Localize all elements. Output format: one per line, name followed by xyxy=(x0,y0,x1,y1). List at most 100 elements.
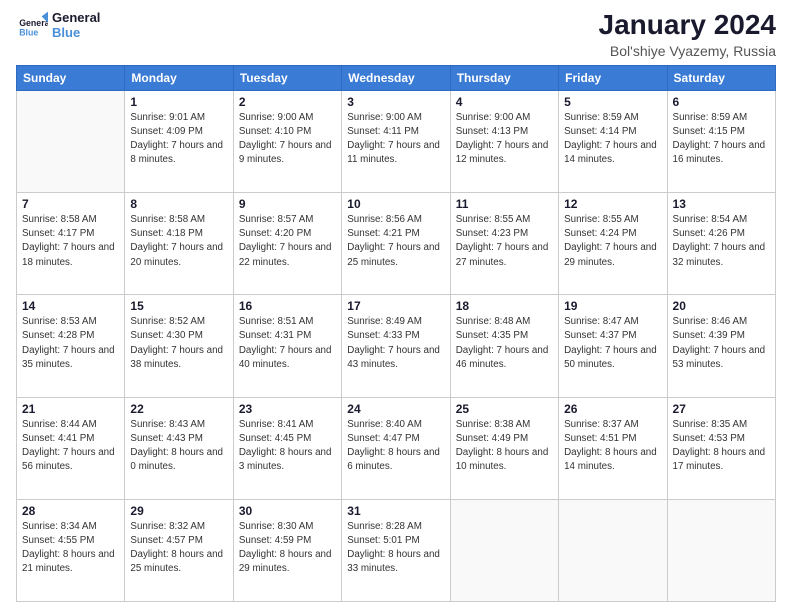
day-number: 28 xyxy=(22,504,119,518)
day-info: Sunrise: 8:37 AMSunset: 4:51 PMDaylight:… xyxy=(564,418,661,475)
calendar-cell: 1Sunrise: 9:01 AMSunset: 4:09 PMDaylight… xyxy=(125,90,233,192)
day-number: 21 xyxy=(22,402,119,416)
day-info: Sunrise: 8:52 AMSunset: 4:30 PMDaylight:… xyxy=(130,315,227,372)
calendar-cell: 22 Sunrise: 8:43 AMSunset: 4:43 PMDayligh… xyxy=(125,397,233,499)
logo-line1: General xyxy=(52,10,100,25)
weekday-header-friday: Friday xyxy=(559,65,667,90)
day-number: 12 xyxy=(564,197,661,211)
day-number: 5 xyxy=(564,95,661,109)
day-info: Sunrise: 8:59 AMSunset: 4:14 PMDaylight:… xyxy=(564,111,661,168)
header: General Blue General Blue January 2024 B… xyxy=(16,10,776,59)
calendar-cell: 21Sunrise: 8:44 AMSunset: 4:41 PMDayligh… xyxy=(17,397,125,499)
day-info: Sunrise: 9:00 AMSunset: 4:10 PMDaylight:… xyxy=(239,111,336,168)
weekday-header-sunday: Sunday xyxy=(17,65,125,90)
main-title: January 2024 xyxy=(599,10,776,41)
day-number: 29 xyxy=(130,504,227,518)
weekday-header-wednesday: Wednesday xyxy=(342,65,450,90)
logo-icon: General Blue xyxy=(16,10,48,42)
day-info: Sunrise: 8:56 AMSunset: 4:21 PMDaylight:… xyxy=(347,213,444,270)
calendar-cell: 15 Sunrise: 8:52 AMSunset: 4:30 PMDayligh… xyxy=(125,295,233,397)
logo-text: General Blue xyxy=(52,11,100,41)
calendar-cell: 5 Sunrise: 8:59 AMSunset: 4:14 PMDaylight… xyxy=(559,90,667,192)
day-number: 11 xyxy=(456,197,553,211)
day-number: 7 xyxy=(22,197,119,211)
calendar-cell: 26Sunrise: 8:37 AMSunset: 4:51 PMDayligh… xyxy=(559,397,667,499)
calendar-cell: 13 Sunrise: 8:54 AMSunset: 4:26 PMDayligh… xyxy=(667,193,775,295)
day-info: Sunrise: 8:47 AMSunset: 4:37 PMDaylight:… xyxy=(564,315,661,372)
calendar-cell: 12 Sunrise: 8:55 AMSunset: 4:24 PMDayligh… xyxy=(559,193,667,295)
day-number: 16 xyxy=(239,299,336,313)
day-info: Sunrise: 8:32 AMSunset: 4:57 PMDaylight:… xyxy=(130,520,227,577)
day-number: 27 xyxy=(673,402,770,416)
day-info: Sunrise: 8:43 AMSunset: 4:43 PMDaylight:… xyxy=(130,418,227,475)
weekday-header-saturday: Saturday xyxy=(667,65,775,90)
calendar-week-row: 1Sunrise: 9:01 AMSunset: 4:09 PMDaylight… xyxy=(17,90,776,192)
day-number: 20 xyxy=(673,299,770,313)
calendar-cell: 20Sunrise: 8:46 AMSunset: 4:39 PMDayligh… xyxy=(667,295,775,397)
calendar-cell: 23 Sunrise: 8:41 AMSunset: 4:45 PMDayligh… xyxy=(233,397,341,499)
day-number: 8 xyxy=(130,197,227,211)
calendar-cell xyxy=(17,90,125,192)
calendar-cell: 19 Sunrise: 8:47 AMSunset: 4:37 PMDayligh… xyxy=(559,295,667,397)
day-number: 3 xyxy=(347,95,444,109)
day-number: 19 xyxy=(564,299,661,313)
day-info: Sunrise: 8:41 AMSunset: 4:45 PMDaylight:… xyxy=(239,418,336,475)
day-number: 10 xyxy=(347,197,444,211)
day-info: Sunrise: 8:54 AMSunset: 4:26 PMDaylight:… xyxy=(673,213,770,270)
calendar-table: SundayMondayTuesdayWednesdayThursdayFrid… xyxy=(16,65,776,602)
weekday-header-row: SundayMondayTuesdayWednesdayThursdayFrid… xyxy=(17,65,776,90)
day-info: Sunrise: 8:34 AMSunset: 4:55 PMDaylight:… xyxy=(22,520,119,577)
calendar-cell: 16 Sunrise: 8:51 AMSunset: 4:31 PMDayligh… xyxy=(233,295,341,397)
day-number: 30 xyxy=(239,504,336,518)
day-number: 2 xyxy=(239,95,336,109)
weekday-header-thursday: Thursday xyxy=(450,65,558,90)
day-info: Sunrise: 8:55 AMSunset: 4:23 PMDaylight:… xyxy=(456,213,553,270)
day-info: Sunrise: 8:35 AMSunset: 4:53 PMDaylight:… xyxy=(673,418,770,475)
day-number: 4 xyxy=(456,95,553,109)
svg-text:Blue: Blue xyxy=(19,28,38,38)
calendar-week-row: 28 Sunrise: 8:34 AMSunset: 4:55 PMDayligh… xyxy=(17,499,776,601)
weekday-header-tuesday: Tuesday xyxy=(233,65,341,90)
calendar-cell xyxy=(450,499,558,601)
day-info: Sunrise: 8:59 AMSunset: 4:15 PMDaylight:… xyxy=(673,111,770,168)
day-info: Sunrise: 8:40 AMSunset: 4:47 PMDaylight:… xyxy=(347,418,444,475)
day-info: Sunrise: 8:28 AMSunset: 5:01 PMDaylight:… xyxy=(347,520,444,577)
calendar-cell: 24Sunrise: 8:40 AMSunset: 4:47 PMDayligh… xyxy=(342,397,450,499)
weekday-header-monday: Monday xyxy=(125,65,233,90)
day-number: 25 xyxy=(456,402,553,416)
calendar-cell: 14 Sunrise: 8:53 AMSunset: 4:28 PMDayligh… xyxy=(17,295,125,397)
day-number: 13 xyxy=(673,197,770,211)
day-info: Sunrise: 8:38 AMSunset: 4:49 PMDaylight:… xyxy=(456,418,553,475)
day-info: Sunrise: 9:00 AMSunset: 4:13 PMDaylight:… xyxy=(456,111,553,168)
day-number: 18 xyxy=(456,299,553,313)
calendar-cell: 3 Sunrise: 9:00 AMSunset: 4:11 PMDaylight… xyxy=(342,90,450,192)
day-number: 6 xyxy=(673,95,770,109)
calendar-body: 1Sunrise: 9:01 AMSunset: 4:09 PMDaylight… xyxy=(17,90,776,601)
day-info: Sunrise: 9:00 AMSunset: 4:11 PMDaylight:… xyxy=(347,111,444,168)
calendar-cell: 10 Sunrise: 8:56 AMSunset: 4:21 PMDayligh… xyxy=(342,193,450,295)
day-number: 1 xyxy=(130,95,227,109)
calendar-cell: 30Sunrise: 8:30 AMSunset: 4:59 PMDayligh… xyxy=(233,499,341,601)
day-number: 15 xyxy=(130,299,227,313)
calendar-week-row: 21Sunrise: 8:44 AMSunset: 4:41 PMDayligh… xyxy=(17,397,776,499)
calendar-cell xyxy=(667,499,775,601)
calendar-cell: 11 Sunrise: 8:55 AMSunset: 4:23 PMDayligh… xyxy=(450,193,558,295)
logo-line2: Blue xyxy=(52,25,80,40)
day-info: Sunrise: 8:53 AMSunset: 4:28 PMDaylight:… xyxy=(22,315,119,372)
calendar-cell: 2 Sunrise: 9:00 AMSunset: 4:10 PMDaylight… xyxy=(233,90,341,192)
day-number: 22 xyxy=(130,402,227,416)
day-info: Sunrise: 8:49 AMSunset: 4:33 PMDaylight:… xyxy=(347,315,444,372)
title-block: January 2024 Bol'shiye Vyazemy, Russia xyxy=(599,10,776,59)
calendar-cell: 4 Sunrise: 9:00 AMSunset: 4:13 PMDaylight… xyxy=(450,90,558,192)
day-info: Sunrise: 8:55 AMSunset: 4:24 PMDaylight:… xyxy=(564,213,661,270)
calendar-cell xyxy=(559,499,667,601)
day-info: Sunrise: 8:58 AMSunset: 4:18 PMDaylight:… xyxy=(130,213,227,270)
day-number: 14 xyxy=(22,299,119,313)
logo: General Blue General Blue xyxy=(16,10,100,42)
day-info: Sunrise: 8:51 AMSunset: 4:31 PMDaylight:… xyxy=(239,315,336,372)
day-number: 31 xyxy=(347,504,444,518)
day-number: 23 xyxy=(239,402,336,416)
day-info: Sunrise: 8:58 AMSunset: 4:17 PMDaylight:… xyxy=(22,213,119,270)
calendar-cell: 28 Sunrise: 8:34 AMSunset: 4:55 PMDayligh… xyxy=(17,499,125,601)
calendar-cell: 8 Sunrise: 8:58 AMSunset: 4:18 PMDaylight… xyxy=(125,193,233,295)
